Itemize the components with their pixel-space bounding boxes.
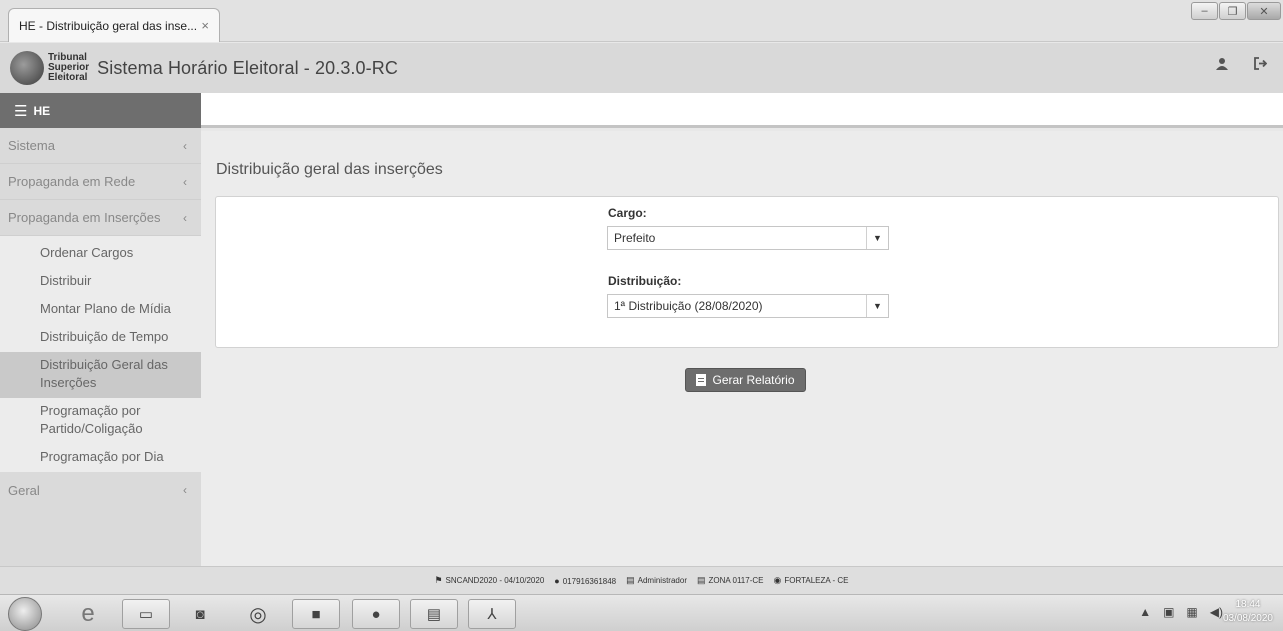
chevron-left-icon: ‹	[183, 174, 187, 189]
sidebar-item-geral[interactable]: Geral ‹	[0, 472, 201, 508]
hamburger-icon: ☰	[14, 102, 28, 120]
sidebar-item-sistema[interactable]: Sistema ‹	[0, 128, 201, 164]
tray-device-icon[interactable]: ▣	[1163, 605, 1174, 619]
cargo-select-value: Prefeito	[614, 231, 656, 245]
distribuicao-select[interactable]: 1ª Distribuição (28/08/2020) ▼	[607, 294, 889, 318]
minimize-button[interactable]: –	[1191, 2, 1218, 20]
sidebar-toggle-label: HE	[33, 103, 51, 118]
browser-tabstrip: HE - Distribuição geral das inse... × – …	[0, 0, 1283, 42]
sidebar-toggle[interactable]: ☰ HE	[0, 93, 201, 128]
app-title: Sistema Horário Eleitoral - 20.3.0-RC	[97, 57, 398, 78]
main-content: Distribuição geral das inserções Cargo: …	[201, 131, 1283, 566]
globe-icon: ◉	[773, 575, 782, 585]
restore-button[interactable]: ❐	[1219, 2, 1246, 20]
chevron-left-icon: ‹	[183, 138, 187, 153]
user-icon[interactable]	[1216, 57, 1228, 73]
caret-down-icon: ▼	[866, 227, 888, 249]
firefox-icon[interactable]: ●	[352, 599, 400, 629]
monitor-icon[interactable]: ■	[292, 599, 340, 629]
screen: HE - Distribuição geral das inse... × – …	[0, 0, 1283, 631]
app-header: Tribunal Superior Eleitoral Sistema Horá…	[0, 43, 1283, 93]
cargo-label: Cargo:	[608, 206, 647, 220]
page-title: Distribuição geral das inserções	[216, 161, 443, 178]
footer-user: ● 017916361848	[554, 575, 617, 586]
submenu-distribuir[interactable]: Distribuir	[0, 268, 201, 296]
gerar-relatorio-button[interactable]: Gerar Relatório	[685, 368, 806, 392]
tab-close-icon[interactable]: ×	[201, 18, 209, 33]
caret-down-icon: ▼	[866, 295, 888, 317]
sidebar: ☰ HE Sistema ‹ Propaganda em Rede ‹ Prop…	[0, 93, 201, 566]
filter-panel: Cargo: Prefeito ▼ Distribuição: 1ª Distr…	[215, 196, 1279, 348]
list-icon: ▤	[696, 575, 706, 585]
list-icon: ▤	[626, 575, 635, 585]
media-icon[interactable]: ◙	[182, 599, 218, 629]
tab-title: HE - Distribuição geral das inse...	[19, 18, 198, 33]
os-taskbar: e ▭ ◙ ◎ ■ ● ▤ ⅄ ▲ ▣ ▦ ◀) 18:44 03/08/202…	[0, 594, 1283, 631]
system-tray: ▲ ▣ ▦ ◀)	[1139, 605, 1223, 619]
submenu-distribuicao-tempo[interactable]: Distribuição de Tempo	[0, 324, 201, 352]
logout-icon[interactable]	[1254, 57, 1268, 73]
tse-logo: Tribunal Superior Eleitoral	[10, 51, 89, 85]
submenu-programacao-dia[interactable]: Programação por Dia	[0, 444, 201, 472]
volume-icon[interactable]: ◀)	[1210, 605, 1223, 619]
submenu-distribuicao-geral[interactable]: Distribuição Geral das Inserções	[0, 352, 201, 398]
chevron-left-icon: ‹	[183, 210, 187, 225]
tray-arrow-icon[interactable]: ▲	[1139, 605, 1151, 619]
sidebar-item-propaganda-insercoes[interactable]: Propaganda em Inserções ‹	[0, 200, 201, 236]
window-close-button[interactable]: ✕	[1247, 2, 1281, 20]
submenu-programacao-partido[interactable]: Programação por Partido/Coligação	[0, 398, 201, 444]
document-icon	[696, 374, 707, 386]
footer-location: ◉ FORTALEZA - CE	[773, 575, 849, 585]
browser-tab[interactable]: HE - Distribuição geral das inse... ×	[8, 8, 220, 42]
logo-text: Tribunal Superior Eleitoral	[48, 52, 90, 83]
submenu-ordenar-cargos[interactable]: Ordenar Cargos	[0, 236, 201, 268]
content-topbar	[201, 93, 1283, 128]
footer-role: ▤ Administrador	[626, 575, 687, 585]
distribuicao-label: Distribuição:	[608, 274, 682, 288]
status-footer: ⚑ SNCAND2020 - 04/10/2020 ● 017916361848 ▤…	[0, 566, 1283, 594]
tse-seal-icon	[10, 51, 44, 85]
sidebar-submenu: Ordenar Cargos Distribuir Montar Plano d…	[0, 236, 201, 472]
window-controls: – ❐ ✕	[1190, 2, 1281, 20]
user-icon: ●	[554, 575, 560, 586]
clock[interactable]: 18:44 03/08/2020	[1223, 598, 1273, 626]
flag-icon: ⚑	[434, 575, 443, 585]
ie-icon[interactable]: e	[64, 599, 112, 629]
sidebar-item-propaganda-rede[interactable]: Propaganda em Rede ‹	[0, 164, 201, 200]
footer-zone: ▤ ZONA 0117-CE	[696, 575, 764, 585]
submenu-montar-plano[interactable]: Montar Plano de Mídia	[0, 296, 201, 324]
header-actions	[1216, 57, 1268, 73]
pdf-icon[interactable]: ⅄	[468, 599, 516, 629]
notepad-icon[interactable]: ▤	[410, 599, 458, 629]
distribuicao-select-value: 1ª Distribuição (28/08/2020)	[614, 299, 763, 313]
chrome-icon[interactable]: ◎	[234, 599, 282, 629]
cargo-select[interactable]: Prefeito ▼	[607, 226, 889, 250]
start-button[interactable]	[8, 597, 42, 631]
footer-system: ⚑ SNCAND2020 - 04/10/2020	[434, 575, 545, 585]
explorer-icon[interactable]: ▭	[122, 599, 170, 629]
network-icon[interactable]: ▦	[1186, 605, 1197, 619]
chevron-left-icon: ‹	[183, 483, 187, 497]
